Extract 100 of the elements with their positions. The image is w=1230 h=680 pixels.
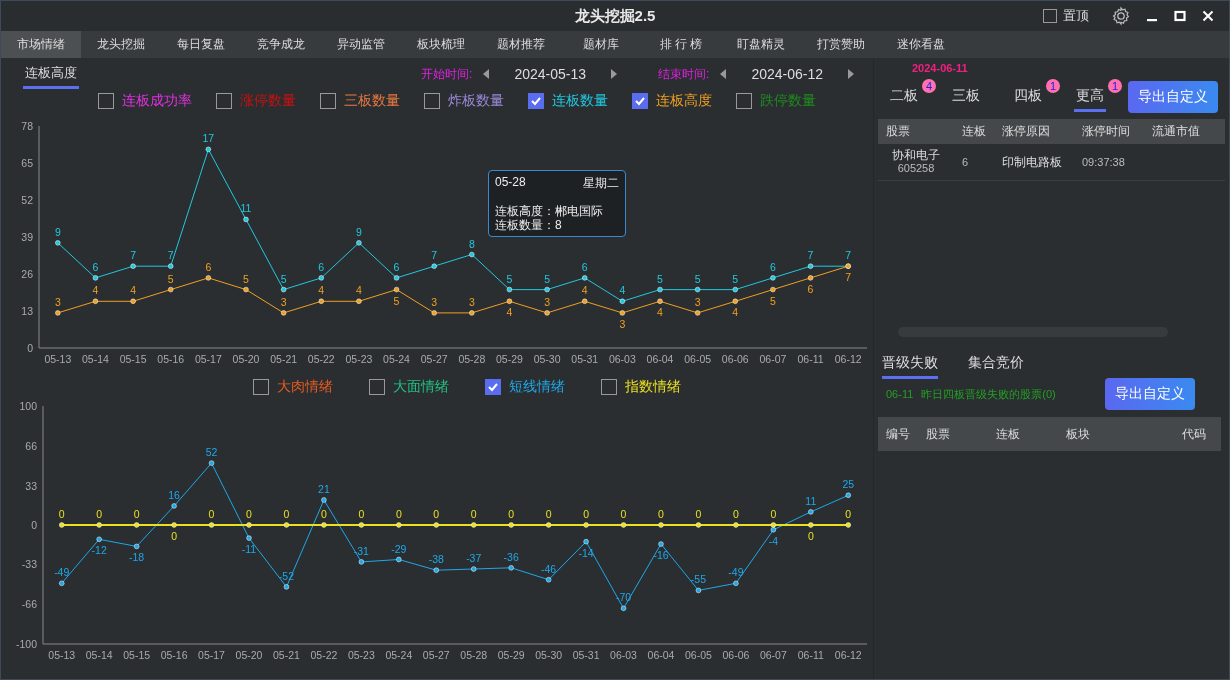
data-label: 5 — [506, 272, 513, 285]
data-label: 9 — [54, 225, 61, 238]
data-label: -31 — [353, 544, 369, 557]
axis-label: 05-31 — [571, 353, 599, 365]
data-label: 4 — [356, 284, 362, 297]
ladder-date: 2024-06-11 — [911, 62, 969, 76]
axis-label: 05-20 — [235, 649, 263, 661]
data-label: 4 — [732, 306, 739, 319]
axis-label: 0 — [31, 519, 37, 531]
data-label: 7 — [167, 249, 174, 262]
axis-label: 05-22 — [307, 353, 335, 365]
data-label: -12 — [91, 544, 107, 557]
legend-label: 跌停数量 — [760, 92, 816, 110]
data-label: 3 — [54, 295, 61, 308]
data-label: 4 — [581, 284, 588, 297]
axis-label: 06-03 — [610, 649, 637, 661]
column-header: 流通市值 — [1152, 123, 1201, 140]
axis-label: 06-06 — [722, 649, 750, 661]
data-label: -49 — [54, 566, 70, 579]
legend-label: 三板数量 — [344, 92, 400, 110]
data-label: 6 — [318, 260, 325, 273]
data-label: 4 — [619, 284, 626, 297]
note-text: 昨日四板晋级失败的股票(0) — [921, 386, 1056, 402]
axis-label: -66 — [21, 597, 37, 610]
legend-label: 连板成功率 — [122, 92, 192, 110]
data-label: -4 — [768, 534, 779, 547]
axis-label: 05-24 — [383, 353, 410, 365]
data-label: 7 — [431, 249, 438, 262]
axis-label: 05-28 — [458, 353, 486, 365]
axis-label: 05-29 — [496, 353, 523, 365]
axis-label: 06-05 — [684, 353, 712, 365]
axis-label: 05-22 — [310, 649, 338, 661]
tooltip-weekday: 星期二 — [583, 175, 619, 192]
data-label: 0 — [208, 508, 215, 520]
table-cell-text: 09:37:38 — [1082, 156, 1126, 168]
data-label: 52 — [205, 446, 218, 459]
axis-label: 05-13 — [48, 649, 76, 661]
data-label: 0 — [807, 530, 814, 542]
data-label: 3 — [468, 295, 475, 308]
legend-label: 涨停数量 — [240, 92, 296, 110]
axis-label: 05-17 — [198, 649, 225, 661]
column-header: 股票 — [886, 123, 911, 140]
data-label: 0 — [508, 508, 515, 520]
data-label: 7 — [130, 249, 136, 262]
axis-label: 06-11 — [797, 649, 824, 661]
data-label: 5 — [243, 272, 249, 285]
data-label: 0 — [358, 508, 365, 520]
column-header: 连板 — [996, 425, 1021, 443]
data-label: -11 — [241, 543, 257, 556]
data-label: 6 — [205, 260, 212, 273]
data-label: -16 — [653, 549, 669, 562]
axis-label: 65 — [21, 157, 33, 169]
data-label: 0 — [58, 508, 65, 520]
legend-label: 短线情绪 — [509, 378, 565, 396]
axis-label: 06-07 — [759, 649, 787, 661]
data-label: 11 — [240, 202, 252, 215]
date-label: 结束时间: — [658, 65, 710, 83]
data-label: -46 — [541, 562, 557, 575]
axis-label: 05-14 — [85, 649, 113, 661]
axis-label: 05-13 — [44, 353, 72, 365]
data-label: 0 — [395, 508, 402, 520]
axis-label: 05-27 — [422, 649, 450, 661]
count-badge: 4 — [921, 78, 936, 93]
data-label: 0 — [545, 508, 552, 520]
pin-label: 置顶 — [1063, 7, 1089, 25]
axis-label: 05-20 — [232, 353, 260, 365]
data-label: 11 — [805, 494, 817, 507]
data-label: 0 — [470, 508, 477, 520]
legend-label: 指数情绪 — [625, 378, 681, 396]
axis-label: 05-17 — [194, 353, 222, 365]
axis-label: 05-28 — [460, 649, 488, 661]
axis-label: -33 — [21, 558, 37, 571]
data-label: -37 — [466, 552, 482, 565]
axis-label: 06-11 — [797, 353, 824, 365]
axis-label: 05-31 — [572, 649, 600, 661]
axis-label: 05-15 — [123, 649, 151, 661]
axis-label: 100 — [19, 400, 37, 412]
axis-label: 05-24 — [385, 649, 413, 661]
axis-label: 05-29 — [497, 649, 525, 661]
column-header: 涨停时间 — [1082, 123, 1131, 140]
note-date: 06-11 — [886, 388, 914, 400]
column-header: 板块 — [1066, 425, 1091, 443]
legend-label: 连板数量 — [552, 92, 608, 110]
data-label: 4 — [130, 284, 136, 297]
column-header: 代码 — [1181, 425, 1206, 443]
data-label: 4 — [506, 306, 513, 319]
axis-label: 05-30 — [533, 353, 561, 365]
data-label: -55 — [690, 573, 707, 586]
axis-label: 66 — [25, 440, 37, 453]
data-label: 0 — [133, 508, 140, 520]
data-label: 4 — [92, 284, 99, 297]
data-label: -18 — [129, 551, 145, 564]
data-label: 4 — [318, 284, 325, 297]
axis-label: 05-14 — [82, 353, 109, 365]
column-header: 连板 — [962, 123, 987, 140]
data-label: 5 — [544, 272, 550, 285]
column-header: 编号 — [886, 425, 911, 443]
axis-label: 06-06 — [721, 353, 749, 365]
data-label: 6 — [581, 260, 588, 273]
data-label: 0 — [171, 530, 177, 542]
